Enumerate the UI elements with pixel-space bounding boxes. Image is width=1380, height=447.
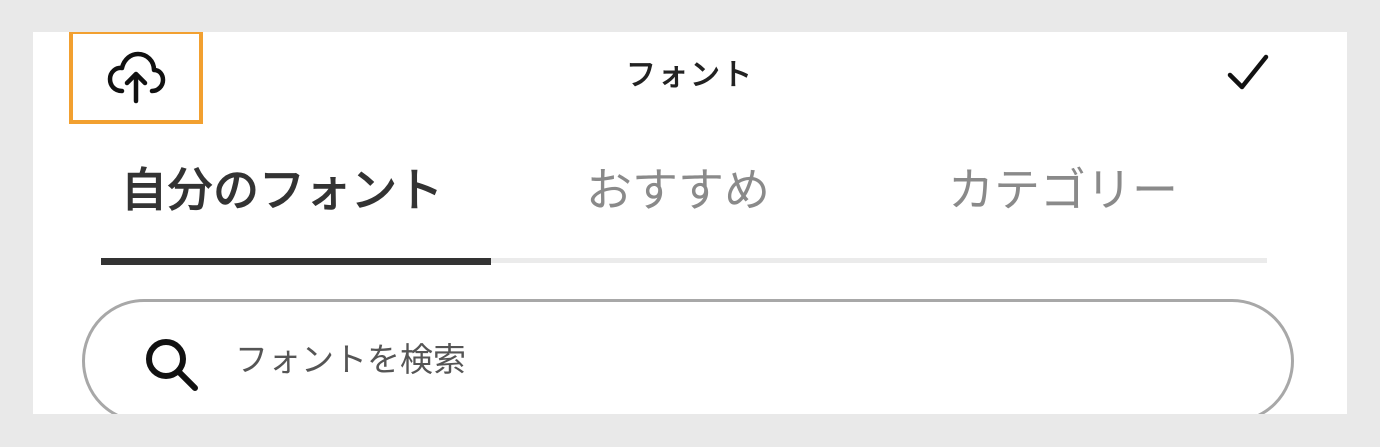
search-icon — [143, 336, 201, 398]
search-input[interactable] — [235, 340, 1135, 379]
check-icon — [1226, 53, 1270, 97]
tab-recommended[interactable]: おすすめ — [586, 160, 770, 220]
tab-categories[interactable]: カテゴリー — [948, 160, 1178, 220]
done-button[interactable] — [1223, 50, 1273, 100]
font-panel: フォント 自分のフォント おすすめ カテゴリー — [33, 32, 1347, 414]
search-box[interactable] — [82, 299, 1294, 414]
page-title: フォント — [626, 58, 754, 93]
tab-my-fonts[interactable]: 自分のフォント — [121, 160, 443, 220]
tab-bar: 自分のフォント おすすめ カテゴリー — [33, 160, 1347, 240]
active-tab-indicator — [101, 258, 491, 265]
